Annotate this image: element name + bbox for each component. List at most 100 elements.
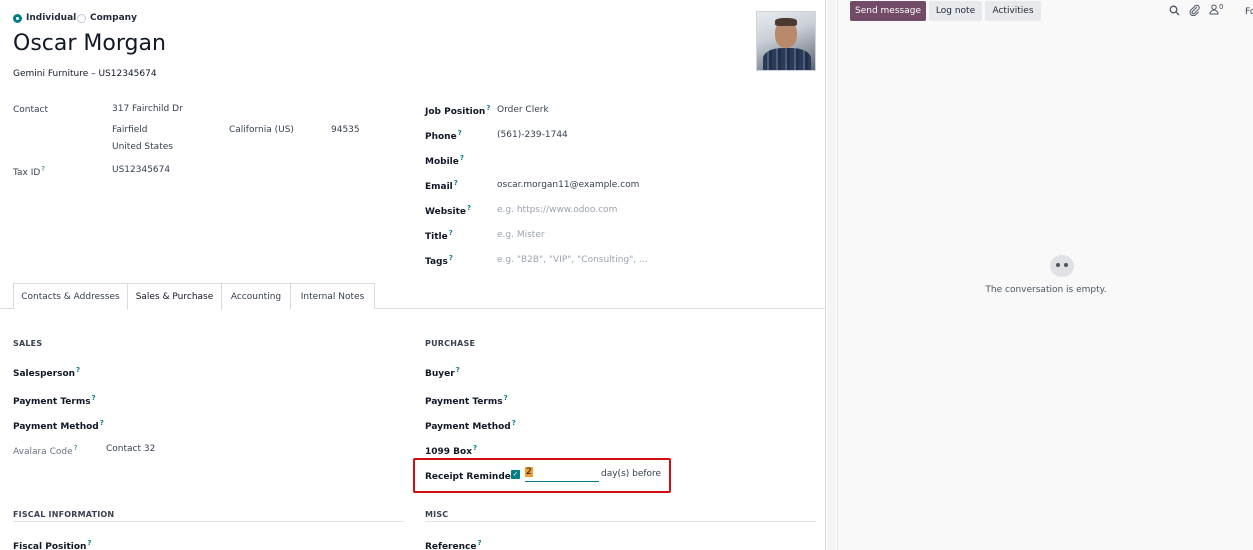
sales-payment-method-text: Payment Method: [13, 422, 99, 432]
purchase-heading: PURCHASE: [425, 339, 476, 348]
fiscal-heading: FISCAL INFORMATION: [13, 510, 115, 519]
radio-checked-icon[interactable]: [13, 13, 22, 23]
sales-heading: SALES: [13, 339, 43, 348]
street-field[interactable]: 317 Fairchild Dr: [112, 104, 183, 114]
reference-label: Reference?: [425, 539, 482, 550]
activities-button[interactable]: Activities: [985, 1, 1041, 21]
help-icon[interactable]: ?: [456, 366, 460, 374]
avalara-code-label-text: Avalara Code: [13, 447, 73, 457]
avatar-hair: [775, 18, 797, 26]
website-field[interactable]: e.g. https://www.odoo.com: [497, 205, 617, 215]
log-note-button[interactable]: Log note: [929, 1, 982, 21]
followers-count: 0: [1219, 3, 1224, 11]
tax-id-label: Tax ID?: [13, 165, 45, 178]
sales-payment-terms-text: Payment Terms: [13, 397, 91, 407]
help-icon[interactable]: ?: [460, 154, 464, 162]
avalara-code-field[interactable]: Contact 32: [106, 444, 155, 454]
send-message-button[interactable]: Send message: [850, 1, 926, 21]
help-icon[interactable]: ?: [477, 539, 481, 547]
followers-icon[interactable]: [1209, 4, 1219, 18]
radio-company-label: Company: [90, 13, 137, 23]
tab-sales-purchase[interactable]: Sales & Purchase: [127, 283, 222, 310]
phone-label: Phone?: [425, 129, 462, 142]
radio-individual-label: Individual: [26, 13, 77, 23]
email-label: Email?: [425, 179, 458, 192]
buyer-label-text: Buyer: [425, 369, 455, 379]
eye-right: [1064, 263, 1068, 267]
help-icon[interactable]: ?: [512, 419, 516, 427]
help-icon[interactable]: ?: [41, 165, 45, 173]
sales-payment-method-label: Payment Method?: [13, 419, 104, 432]
partner-avatar[interactable]: [756, 11, 816, 71]
radio-unchecked-icon[interactable]: [77, 13, 86, 23]
help-icon[interactable]: ?: [449, 229, 453, 237]
empty-conversation-icon: [1050, 255, 1074, 277]
title-label: Title?: [425, 229, 453, 242]
website-label-text: Website: [425, 207, 467, 217]
help-icon[interactable]: ?: [473, 444, 477, 452]
misc-heading: MISC: [425, 510, 449, 519]
phone-label-text: Phone: [425, 132, 457, 142]
website-label: Website?: [425, 204, 471, 217]
fiscal-position-text: Fiscal Position: [13, 542, 87, 550]
chatter-panel: Send message Log note Activities 0 Fo Th…: [837, 0, 1253, 550]
job-position-label-text: Job Position: [425, 107, 486, 117]
follow-button[interactable]: Fo: [1245, 7, 1253, 17]
box-1099-label-text: 1099 Box: [425, 447, 473, 457]
search-icon[interactable]: [1169, 5, 1180, 19]
help-icon[interactable]: ?: [74, 444, 78, 452]
zip-field[interactable]: 94535: [331, 125, 360, 135]
help-icon[interactable]: ?: [92, 394, 96, 402]
tags-field[interactable]: e.g. "B2B", "VIP", "Consulting", ...: [497, 255, 648, 265]
box-1099-label: 1099 Box?: [425, 444, 477, 457]
tax-id-label-text: Tax ID: [13, 168, 41, 178]
contact-label: Contact: [13, 105, 49, 115]
tags-label-text: Tags: [425, 257, 448, 267]
tab-accounting[interactable]: Accounting: [221, 283, 291, 309]
help-icon[interactable]: ?: [76, 366, 80, 374]
mobile-label-text: Mobile: [425, 157, 459, 167]
job-position-label: Job Position?: [425, 104, 490, 117]
tab-internal-notes[interactable]: Internal Notes: [290, 283, 375, 309]
fiscal-position-label: Fiscal Position?: [13, 539, 91, 550]
salesperson-label-text: Salesperson: [13, 369, 76, 379]
buyer-label: Buyer?: [425, 366, 460, 379]
form-sheet: Individual Company Oscar Morgan Gemini F…: [0, 0, 826, 550]
partner-company[interactable]: Gemini Furniture – US12345674: [13, 69, 157, 79]
help-icon[interactable]: ?: [504, 394, 508, 402]
help-icon[interactable]: ?: [449, 254, 453, 262]
radio-company[interactable]: Company: [77, 13, 137, 23]
paperclip-icon[interactable]: [1189, 4, 1200, 19]
state-field[interactable]: California (US): [229, 125, 294, 135]
eye-left: [1056, 263, 1060, 267]
country-field[interactable]: United States: [112, 142, 173, 152]
avalara-code-label: Avalara Code?: [13, 444, 77, 457]
title-label-text: Title: [425, 232, 448, 242]
help-icon[interactable]: ?: [458, 129, 462, 137]
purchase-payment-terms-label: Payment Terms?: [425, 394, 508, 407]
help-icon[interactable]: ?: [87, 539, 91, 547]
mobile-label: Mobile?: [425, 154, 464, 167]
fiscal-divider: [13, 521, 404, 522]
tab-contacts-addresses[interactable]: Contacts & Addresses: [13, 283, 128, 309]
help-icon[interactable]: ?: [454, 179, 458, 187]
salesperson-label: Salesperson?: [13, 366, 80, 379]
reference-text: Reference: [425, 542, 477, 550]
partner-name[interactable]: Oscar Morgan: [13, 31, 166, 56]
title-field[interactable]: e.g. Mister: [497, 230, 545, 240]
purchase-payment-method-label: Payment Method?: [425, 419, 516, 432]
misc-divider: [425, 521, 816, 522]
help-icon[interactable]: ?: [100, 419, 104, 427]
radio-individual[interactable]: Individual: [13, 13, 76, 23]
city-field[interactable]: Fairfield: [112, 125, 148, 135]
highlight-box: [413, 458, 671, 493]
chatter-gap: [827, 0, 836, 550]
phone-field[interactable]: (561)-239-1744: [497, 130, 568, 140]
help-icon[interactable]: ?: [467, 204, 471, 212]
job-position-field[interactable]: Order Clerk: [497, 105, 549, 115]
sales-payment-terms-label: Payment Terms?: [13, 394, 96, 407]
empty-conversation-text: The conversation is empty.: [985, 285, 1107, 295]
tax-id-field[interactable]: US12345674: [112, 165, 170, 175]
help-icon[interactable]: ?: [486, 104, 490, 112]
email-field[interactable]: oscar.morgan11@example.com: [497, 180, 639, 190]
